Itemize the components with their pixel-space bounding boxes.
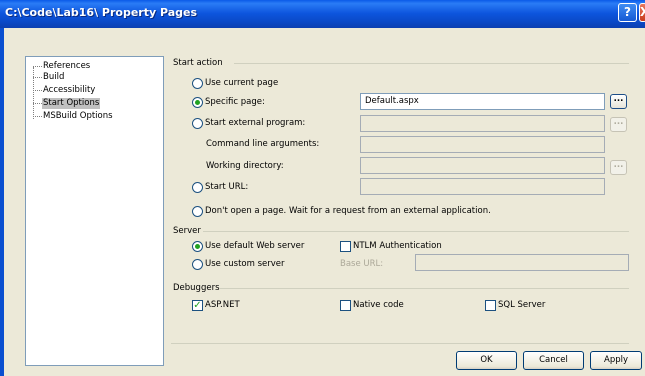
working-directory-browse-button[interactable]: ...	[610, 160, 627, 175]
help-button[interactable]: ?	[618, 3, 637, 22]
ok-button[interactable]: OK	[456, 351, 517, 370]
native-code-checkbox[interactable]	[340, 300, 351, 311]
command-line-arguments-label: Command line arguments:	[206, 139, 320, 149]
window-frame	[0, 28, 4, 376]
group-divider	[234, 63, 629, 64]
working-directory-input[interactable]	[360, 157, 605, 174]
use-default-web-server-radio[interactable]	[192, 241, 203, 252]
ntlm-authentication-checkbox[interactable]	[340, 241, 351, 252]
specific-page-input[interactable]: Default.aspx	[360, 93, 605, 110]
dont-open-page-label[interactable]: Don't open a page. Wait for a request fr…	[205, 206, 491, 217]
tree-item-label: MSBuild Options	[43, 111, 113, 121]
use-current-page-label[interactable]: Use current page	[205, 78, 278, 89]
start-action-heading: Start action	[173, 58, 223, 68]
close-icon: X	[640, 5, 645, 19]
server-heading: Server	[173, 226, 201, 236]
tree-item-label: Start Options	[42, 98, 101, 109]
dont-open-page-radio[interactable]	[192, 206, 203, 217]
title-bar[interactable]: C:\Code\Lab16\ Property Pages ? X	[0, 0, 645, 28]
native-code-label[interactable]: Native code	[353, 300, 404, 311]
tree-item-label: Build	[43, 72, 65, 82]
use-default-web-server-label[interactable]: Use default Web server	[205, 241, 304, 252]
start-url-label[interactable]: Start URL:	[205, 182, 248, 193]
cancel-button[interactable]: Cancel	[523, 351, 584, 370]
ntlm-authentication-label[interactable]: NTLM Authentication	[353, 241, 442, 252]
tree-item-label: References	[43, 61, 91, 71]
base-url-input[interactable]	[415, 254, 629, 271]
tree-item-label: Accessibility	[43, 85, 96, 95]
working-directory-label: Working directory:	[206, 161, 284, 171]
start-external-program-radio[interactable]	[192, 118, 203, 129]
start-external-program-label[interactable]: Start external program:	[205, 118, 305, 129]
settings-tree[interactable]: References Build Accessibility Start Opt…	[25, 56, 164, 366]
bottom-separator	[171, 343, 629, 344]
specific-page-browse-button[interactable]: ...	[610, 94, 627, 109]
use-custom-server-label[interactable]: Use custom server	[205, 259, 285, 270]
aspnet-label[interactable]: ASP.NET	[205, 300, 240, 311]
external-program-input[interactable]	[360, 115, 605, 132]
sql-server-label[interactable]: SQL Server	[498, 300, 545, 311]
apply-button[interactable]: Apply	[590, 351, 642, 370]
property-pages-window: C:\Code\Lab16\ Property Pages ? X Refere…	[0, 0, 645, 376]
debuggers-heading: Debuggers	[173, 283, 220, 293]
sql-server-checkbox[interactable]	[485, 300, 496, 311]
specific-page-label[interactable]: Specific page:	[205, 97, 265, 108]
specific-page-radio[interactable]	[192, 97, 203, 108]
help-icon: ?	[624, 5, 631, 19]
external-program-browse-button[interactable]: ...	[610, 117, 627, 132]
group-divider	[203, 231, 629, 232]
aspnet-checkbox[interactable]: ✓	[192, 300, 203, 311]
start-url-input[interactable]	[360, 178, 605, 195]
close-button[interactable]: X	[639, 3, 645, 22]
use-current-page-radio[interactable]	[192, 78, 203, 89]
command-line-arguments-input[interactable]	[360, 136, 605, 153]
base-url-label: Base URL:	[340, 259, 384, 269]
tree-connector	[33, 67, 34, 119]
group-divider	[220, 288, 629, 289]
use-custom-server-radio[interactable]	[192, 259, 203, 270]
window-title: C:\Code\Lab16\ Property Pages	[5, 6, 198, 19]
start-url-radio[interactable]	[192, 182, 203, 193]
